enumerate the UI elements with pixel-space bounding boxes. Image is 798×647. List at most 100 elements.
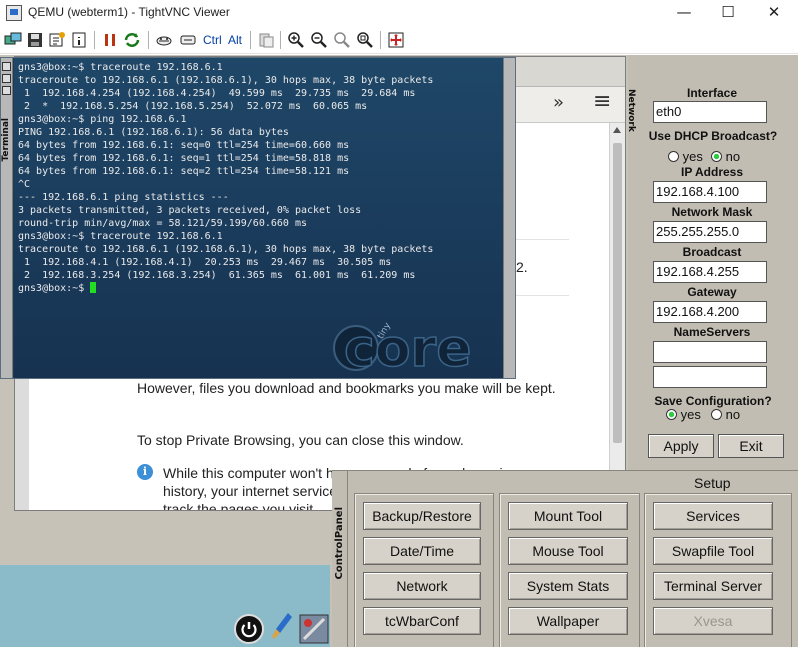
options-icon[interactable] [48,31,66,49]
power-icon[interactable] [234,614,264,644]
terminal-titlebar[interactable]: Terminal [1,58,13,378]
broadcast-label: Broadcast [682,245,742,259]
terminal-line: 64 bytes from 192.168.6.1: seq=2 ttl=254… [18,166,350,177]
vnc-viewer-window: QEMU (webterm1) - TightVNC Viewer — ☐ ✕ … [0,0,798,647]
date-time-button[interactable]: Date/Time [363,537,481,565]
pause-icon[interactable] [101,31,119,49]
clipboard-icon[interactable] [257,31,275,49]
fullscreen-icon[interactable] [387,31,405,49]
private-browsing-files-text: However, files you download and bookmark… [137,380,556,396]
terminal-output: gns3@box:~$ traceroute 192.168.6.1 trace… [18,61,433,295]
dhcp-yes-option[interactable]: yes [668,149,703,164]
connection-info-icon[interactable] [70,31,88,49]
backup-restore-button[interactable]: Backup/Restore [363,502,481,530]
maximize-button[interactable]: ☐ [706,0,750,26]
terminal-line: gns3@box:~$ traceroute 192.168.6.1 [18,62,223,73]
hamburger-menu-icon[interactable]: ≡ [593,89,611,114]
nameserver-1-field[interactable] [653,341,767,363]
terminal-title: Terminal [1,118,11,162]
save-yes-option[interactable]: yes [666,407,701,422]
terminal-line: 2 * 192.168.5.254 (192.168.5.254) 52.072… [18,101,368,112]
minimize-button[interactable]: — [662,0,706,26]
swapfile-tool-button[interactable]: Swapfile Tool [653,537,773,565]
network-config-panel: Network Interface eth0 Use DHCP Broadcas… [626,55,798,470]
zoom-100-icon[interactable] [333,31,351,49]
ip-address-label: IP Address [680,165,744,179]
dhcp-label: Use DHCP Broadcast? [648,129,778,143]
save-no-option[interactable]: no [711,407,740,422]
terminal-line: 1 192.168.4.1 (192.168.4.1) 20.253 ms 29… [18,257,392,268]
interface-field[interactable]: eth0 [653,101,767,123]
wallpaper-button[interactable]: Wallpaper [508,607,628,635]
save-yes-radio[interactable] [666,409,677,420]
new-connection-icon[interactable] [4,31,22,49]
terminal-line: round-trip min/avg/max = 58.121/59.199/6… [18,218,307,229]
dhcp-no-label: no [725,149,741,164]
refresh-icon[interactable] [123,31,141,49]
save-no-radio[interactable] [711,409,722,420]
nameserver-2-field[interactable] [653,366,767,388]
dhcp-no-radio[interactable] [711,151,722,162]
gateway-field[interactable]: 192.168.4.200 [653,301,767,323]
terminal-minimize-button[interactable] [2,86,11,95]
zoom-in-icon[interactable] [287,31,305,49]
ip-address-field[interactable]: 192.168.4.100 [653,181,767,203]
broadcast-field[interactable]: 192.168.4.255 [653,261,767,283]
remote-desktop: » ≡ 2. However, files you download and b… [0,55,798,647]
terminal-line: 64 bytes from 192.168.6.1: seq=1 ttl=254… [18,153,350,164]
tightvnc-app-icon [6,5,22,21]
wbar-dock [232,611,332,647]
window-title: QEMU (webterm1) - TightVNC Viewer [28,5,230,19]
alt-key-button[interactable]: Alt [228,33,242,47]
terminal-close-button[interactable] [2,62,11,71]
apply-button[interactable]: Apply [648,434,714,458]
mouse-tool-button[interactable]: Mouse Tool [508,537,628,565]
overflow-menu-button[interactable]: » [553,92,564,113]
control-panel-title: ControlPanel [334,507,345,580]
paint-brush-icon[interactable] [270,611,294,645]
terminal-line: gns3@box:~$ traceroute 192.168.6.1 [18,231,223,242]
setup-group-title: Setup [694,475,731,491]
private-browsing-stop-text: To stop Private Browsing, you can close … [137,432,464,448]
scroll-up-icon[interactable] [613,127,621,133]
control-panel-titlebar: ControlPanel [332,471,348,647]
xvesa-button: Xvesa [653,607,773,635]
dhcp-yes-label: yes [682,149,703,164]
terminal-line: --- 192.168.6.1 ping statistics --- [18,192,229,203]
terminal-line: 2 192.168.3.254 (192.168.3.254) 61.365 m… [18,270,416,281]
truncated-text: 2. [516,259,528,275]
system-stats-button[interactable]: System Stats [508,572,628,600]
network-mask-field[interactable]: 255.255.255.0 [653,221,767,243]
dhcp-no-option[interactable]: no [711,149,740,164]
save-config-label: Save Configuration? [654,394,772,408]
tcwbarconf-button[interactable]: tcWbarConf [363,607,481,635]
terminal-maximize-button[interactable] [2,74,11,83]
browser-scrollbar[interactable] [609,123,625,510]
network-button[interactable]: Network [363,572,481,600]
terminal-line: 3 packets transmitted, 3 packets receive… [18,205,362,216]
network-panel-title: Network [626,89,636,132]
control-panel: ControlPanel Setup Backup/Restore Date/T… [332,470,798,647]
terminal-window[interactable]: Terminal gns3@box:~$ traceroute 192.168.… [0,57,516,379]
mount-tool-button[interactable]: Mount Tool [508,502,628,530]
ctrl-key-button[interactable]: Ctrl [203,33,222,47]
terminal-screen[interactable]: gns3@box:~$ traceroute 192.168.6.1 trace… [14,58,504,378]
ctrl-alt-del-icon[interactable] [155,31,173,49]
scroll-thumb[interactable] [613,143,622,443]
zoom-out-icon[interactable] [310,31,328,49]
terminal-scrollbar[interactable] [503,58,515,378]
dhcp-yes-radio[interactable] [668,151,679,162]
terminal-line: PING 192.168.6.1 (192.168.6.1): 56 data … [18,127,289,138]
save-icon[interactable] [26,31,44,49]
exit-button[interactable]: Exit [718,434,784,458]
zoom-fit-icon[interactable] [356,31,374,49]
terminal-server-button[interactable]: Terminal Server [653,572,773,600]
services-button[interactable]: Services [653,502,773,530]
terminal-line: gns3@box:~$ ping 192.168.6.1 [18,114,187,125]
window-titlebar: QEMU (webterm1) - TightVNC Viewer — ☐ ✕ [0,0,798,27]
terminal-cursor [90,282,97,293]
control-panel-icon[interactable] [298,613,330,645]
close-button[interactable]: ✕ [752,0,796,26]
core-logo: core tiny [333,318,472,374]
win-key-icon[interactable] [179,31,197,49]
